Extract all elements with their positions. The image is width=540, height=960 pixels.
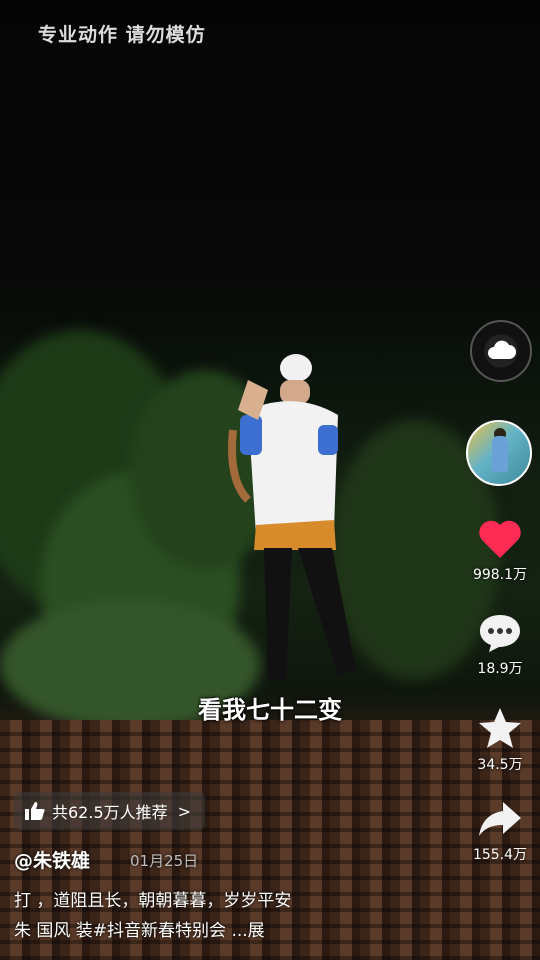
description-line-2[interactable]: 朱 国风 装#抖音新春特别会 ...展 — [14, 916, 444, 941]
like-count: 998.1万 — [472, 567, 528, 583]
description-line-1[interactable]: 打 ，道阻且长，朝朝暮暮，岁岁平安 — [14, 886, 444, 911]
share-count: 155.4万 — [472, 847, 528, 863]
comment-count: 18.9万 — [477, 661, 523, 677]
star-icon — [479, 708, 521, 748]
video-player[interactable]: 专业动作 请勿模仿 看我七十二变 998.1万 18.9万 34.5万 155.… — [0, 0, 540, 960]
comment-button[interactable]: 18.9万 — [460, 612, 540, 678]
warning-text: 专业动作 请勿模仿 — [38, 24, 206, 46]
share-arrow-icon — [479, 802, 521, 836]
cloud-music-disc-icon — [488, 340, 516, 359]
favorite-count: 34.5万 — [477, 757, 523, 773]
like-button[interactable]: 998.1万 — [460, 518, 540, 584]
post-date: 01月25日 — [130, 852, 199, 870]
chevron-right-icon: > — [177, 801, 192, 821]
author-avatar[interactable] — [466, 420, 532, 486]
thumbs-up-icon — [25, 802, 45, 820]
recommend-badge[interactable]: 共62.5万人推荐 > — [14, 792, 206, 830]
avatar-body — [492, 436, 508, 472]
share-button[interactable]: 155.4万 — [460, 798, 540, 864]
heart-icon — [479, 520, 521, 558]
video-caption: 看我七十二变 — [198, 696, 342, 724]
comment-bubble-icon — [480, 615, 520, 652]
recommend-label: 共62.5万人推荐 — [52, 803, 168, 822]
favorite-button[interactable]: 34.5万 — [460, 706, 540, 774]
performer-figure — [228, 354, 356, 680]
author-name[interactable]: @朱铁雄 — [14, 846, 90, 873]
music-disc-button[interactable] — [470, 320, 532, 382]
